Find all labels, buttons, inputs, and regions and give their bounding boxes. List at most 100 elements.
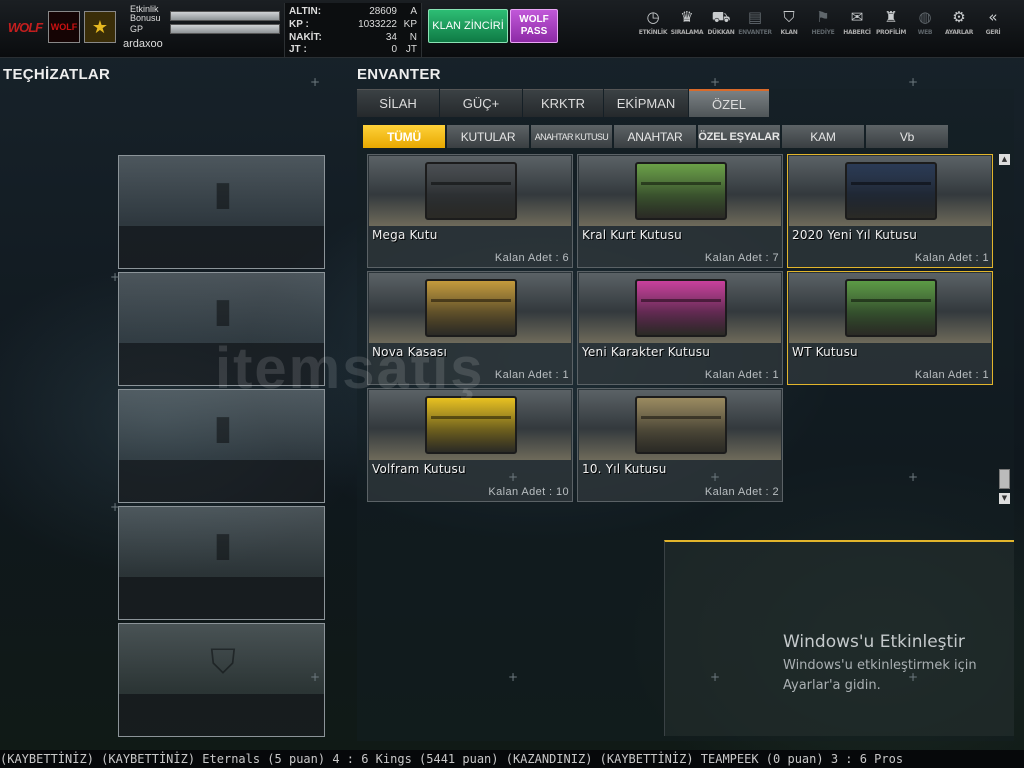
equipment-slot[interactable]: ▮ [118, 155, 325, 269]
nav-label: SIRALAMA [670, 29, 704, 36]
item-name: Volfram Kutusu [372, 462, 466, 476]
nav-label: DÜKKAN [707, 29, 735, 36]
plus-marker: + [508, 470, 519, 484]
gp-bar [170, 24, 280, 34]
item-image [789, 156, 991, 226]
shield-icon: ⛉ [210, 642, 236, 682]
wolf-pass-button[interactable]: WOLF PASS [510, 9, 558, 43]
nav-ayarlar[interactable]: ⚙ AYARLAR [942, 8, 976, 48]
nav-profilim[interactable]: ♜ PROFİLİM [874, 8, 908, 48]
item-card[interactable]: 10. Yıl Kutusu Kalan Adet : 2 [577, 388, 783, 502]
klan-zinciri-button[interactable]: KLAN ZİNCİRİ [428, 9, 508, 43]
scroll-down-icon[interactable]: ▼ [999, 493, 1010, 504]
scroll-thumb[interactable] [999, 469, 1010, 489]
item-card[interactable]: Yeni Karakter Kutusu Kalan Adet : 1 [577, 271, 783, 385]
tab-1[interactable]: SİLAH [357, 89, 439, 117]
equipment-slot[interactable]: ▮ [118, 506, 325, 620]
equipment-title: TEÇHİZATLAR [3, 66, 111, 83]
rank-icon: ★ [84, 11, 116, 43]
subtab-6[interactable]: KAM [782, 125, 864, 148]
item-quantity: Kalan Adet : 2 [704, 486, 779, 498]
player-name: ardaxoo [123, 38, 163, 50]
nav-haberci[interactable]: ✉ HABERCİ [840, 8, 874, 48]
nav-klan[interactable]: ⛉ KLAN [772, 8, 806, 48]
item-card[interactable]: 2020 Yeni Yıl Kutusu Kalan Adet : 1 [787, 154, 993, 268]
item-card[interactable]: Mega Kutu Kalan Adet : 6 [367, 154, 573, 268]
subtab-7[interactable]: Vb [866, 125, 948, 148]
tab-2[interactable]: GÜÇ+ [440, 89, 522, 117]
item-name: Mega Kutu [372, 228, 438, 242]
item-quantity: Kalan Adet : 10 [488, 486, 569, 498]
currency-row: KP :1033222 KP [289, 19, 417, 30]
plus-marker: + [908, 75, 919, 89]
nav-etkinlik[interactable]: ◷ ETKİNLİK [636, 8, 670, 48]
plus-marker: + [908, 470, 919, 484]
news-ticker: (KAYBETTİNİZ) (KAYBETTİNİZ) Eternals (5 … [0, 750, 1024, 768]
subtab-3[interactable]: ANAHTAR KUTUSU [531, 125, 612, 148]
nav-siralama[interactable]: ♛ SIRALAMA [670, 8, 704, 48]
subtab-1[interactable]: TÜMÜ [363, 125, 445, 148]
item-name: 10. Yıl Kutusu [582, 462, 667, 476]
item-quantity: Kalan Adet : 1 [494, 369, 569, 381]
crate-icon [425, 162, 517, 220]
subtab-4[interactable]: ANAHTAR [614, 125, 696, 148]
user-icon: ♜ [884, 8, 898, 26]
nav-label: GERİ [985, 29, 1001, 36]
event-bonus-bar [170, 11, 280, 21]
item-card[interactable]: WT Kutusu Kalan Adet : 1 [787, 271, 993, 385]
item-card[interactable]: Kral Kurt Kutusu Kalan Adet : 7 [577, 154, 783, 268]
item-name: Yeni Karakter Kutusu [582, 345, 711, 359]
game-logo: WOLF [7, 19, 43, 35]
currency-row: ALTIN: 28609 A [289, 6, 417, 17]
nav-dükkan[interactable]: ⛟ DÜKKAN [704, 8, 738, 48]
nav-label: KLAN [780, 29, 798, 36]
equipment-slot[interactable]: ▮ [118, 389, 325, 503]
crate-icon [425, 279, 517, 337]
inventory-subtabs: TÜMÜ KUTULAR ANAHTAR KUTUSU ANAHTAR ÖZEL EŞY… [363, 125, 950, 148]
crate-icon [845, 162, 937, 220]
film-icon: ▤ [747, 8, 763, 26]
crate-icon [425, 396, 517, 454]
plus-marker: + [508, 670, 519, 684]
nav-label: ETKİNLİK [638, 29, 668, 36]
item-image [579, 273, 781, 343]
inventory-title: ENVANTER [357, 66, 441, 83]
subtab-5[interactable]: ÖZEL EŞYALAR [698, 125, 780, 148]
tab-5[interactable]: ÖZEL [689, 89, 769, 117]
item-name: WT Kutusu [792, 345, 858, 359]
tab-4[interactable]: EKİPMAN [604, 89, 688, 117]
inventory-tabs: SİLAH GÜÇ+ KRKTR EKİPMAN ÖZEL [357, 89, 770, 117]
plus-marker: + [710, 670, 721, 684]
windows-activation: Windows'u Etkinleştir Windows'u etkinleş… [783, 632, 977, 693]
nav-hediye: ⚑ HEDİYE [806, 8, 840, 48]
nav-label: HABERCİ [843, 29, 871, 36]
clan-emblem[interactable]: WOLF [48, 11, 80, 43]
medal-icon: ♛ [680, 8, 694, 26]
item-quantity: Kalan Adet : 7 [704, 252, 779, 264]
item-card[interactable]: Volfram Kutusu Kalan Adet : 10 [367, 388, 573, 502]
shield-icon: ⛉ [783, 8, 795, 26]
item-scrollbar[interactable]: ▲ ▼ [999, 154, 1010, 504]
item-image [789, 273, 991, 343]
scroll-up-icon[interactable]: ▲ [999, 154, 1010, 165]
crate-icon [635, 279, 727, 337]
subtab-2[interactable]: KUTULAR [447, 125, 529, 148]
plus-marker: + [310, 75, 321, 89]
tab-3[interactable]: KRKTR [523, 89, 603, 117]
crate-icon [635, 396, 727, 454]
spray-icon: ▮ [213, 174, 233, 214]
item-name: Kral Kurt Kutusu [582, 228, 682, 242]
item-image [369, 273, 571, 343]
currency-row: NAKİT: 34 N [289, 32, 417, 43]
plus-marker: + [908, 670, 919, 684]
nav-web: ◍ WEB [908, 8, 942, 48]
megaphone-icon: ✉ [850, 8, 864, 26]
equipment-slot[interactable]: ⛉ [118, 623, 325, 737]
gift-icon: ⚑ [816, 8, 830, 26]
item-quantity: Kalan Adet : 1 [914, 252, 989, 264]
globe-icon: ◍ [918, 8, 932, 26]
nav-geri[interactable]: « GERİ [976, 8, 1010, 48]
spray-icon: ▮ [213, 408, 233, 448]
item-grid: Mega Kutu Kalan Adet : 6 Kral Kurt Kutusu K… [367, 154, 997, 504]
item-image [579, 390, 781, 460]
